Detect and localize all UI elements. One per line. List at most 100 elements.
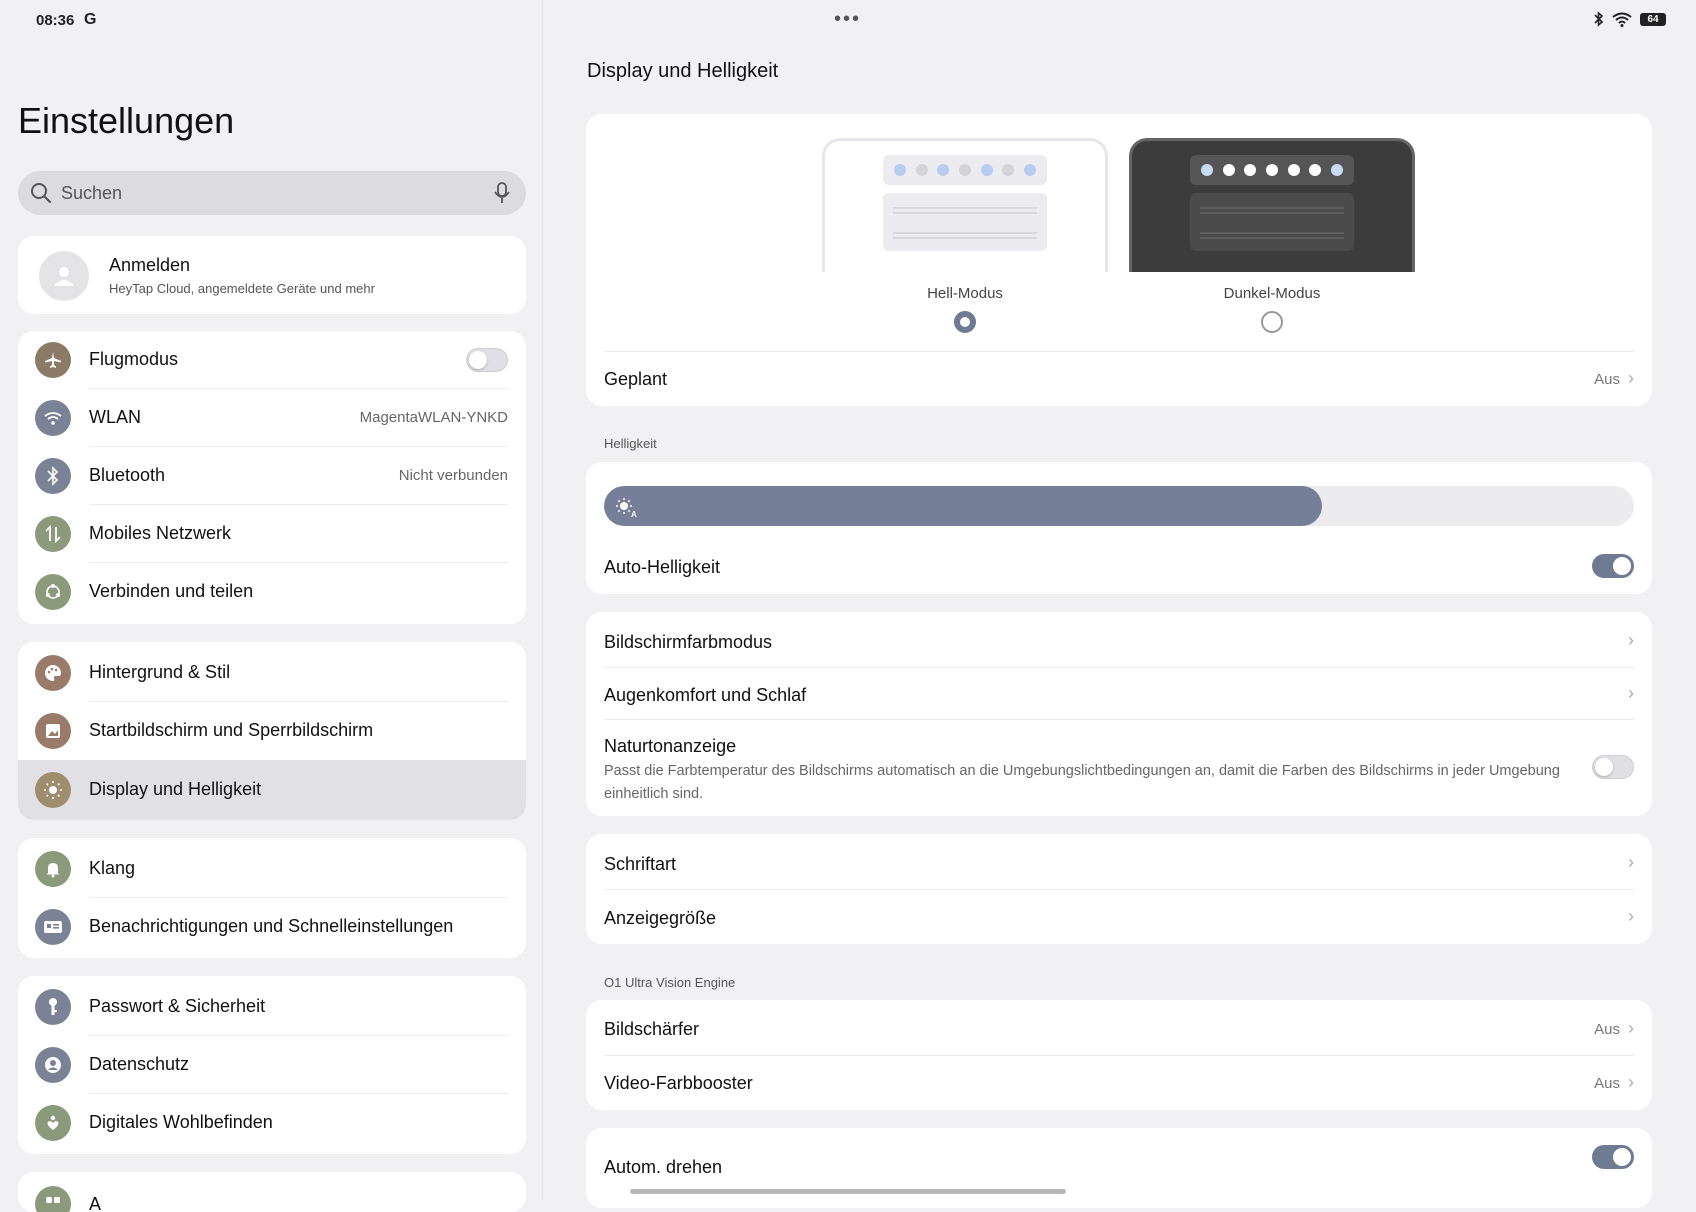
light-mode-preview[interactable] (822, 138, 1108, 272)
auto-rotate-toggle[interactable] (1592, 1145, 1634, 1169)
sidebar-item-label: Startbildschirm und Sperrbildschirm (89, 720, 374, 740)
brightness-section-label: Helligkeit (604, 436, 657, 451)
bluetooth-status-icon (1594, 11, 1604, 27)
sidebar-item-benachrichtigungen[interactable]: Benachrichtigungen und Schnelleinstellun… (18, 898, 526, 956)
sidebar-item-startbildschirm[interactable]: Startbildschirm und Sperrbildschirm (18, 702, 526, 760)
notification-icon (35, 909, 71, 945)
sidebar-item-partial[interactable]: A (18, 1172, 526, 1212)
sidebar-item-label: Hintergrund & Stil (89, 662, 231, 682)
video-booster-row[interactable]: Video-Farbbooster Aus › (586, 1056, 1652, 1110)
sidebar-item-label: WLAN (89, 407, 142, 427)
sidebar-item-label: Benachrichtigungen und Schnelleinstellun… (89, 916, 454, 936)
homescreen-icon (35, 713, 71, 749)
font-row[interactable]: Schriftart › (586, 834, 1652, 890)
wifi-status-icon (1612, 12, 1632, 27)
chevron-right-icon: › (1628, 852, 1634, 872)
sidebar-item-hintergrund[interactable]: Hintergrund & Stil (18, 644, 526, 702)
sidebar-item-verbinden[interactable]: Verbinden und teilen (18, 563, 526, 621)
privacy-icon (35, 1047, 71, 1083)
sidebar-item-label: Mobiles Netzwerk (89, 523, 232, 543)
sharpener-label: Bildschärfer (604, 1019, 700, 1039)
user-icon (54, 267, 74, 286)
light-mode-radio[interactable] (954, 311, 976, 333)
sidebar-item-label: Passwort & Sicherheit (89, 996, 266, 1016)
scheduled-value: Aus (1594, 371, 1620, 388)
display-size-row[interactable]: Anzeigegröße › (586, 890, 1652, 944)
natural-tone-label: Naturtonanzeige (604, 736, 737, 756)
airplane-icon (35, 342, 71, 378)
eye-comfort-label: Augenkomfort und Schlaf (604, 685, 807, 705)
video-booster-value: Aus (1594, 1075, 1620, 1092)
display-size-label: Anzeigegröße (604, 908, 717, 928)
sidebar-item-klang[interactable]: Klang (18, 840, 526, 898)
avatar (39, 251, 89, 301)
connectivity-group: Flugmodus WLAN MagentaWLAN-YNKD Bluetoot… (18, 331, 526, 624)
sidebar-item-passwort[interactable]: Passwort & Sicherheit (18, 978, 526, 1036)
auto-brightness-toggle[interactable] (1592, 554, 1634, 578)
natural-tone-row: Naturtonanzeige Passt die Farbtemperatur… (586, 720, 1652, 816)
account-name: Anmelden (109, 255, 191, 275)
natural-tone-toggle[interactable] (1592, 755, 1634, 779)
page-title: Einstellungen (18, 100, 235, 141)
eye-comfort-row[interactable]: Augenkomfort und Schlaf › (586, 668, 1652, 720)
security-group: Passwort & Sicherheit Datenschutz Digita… (18, 976, 526, 1154)
search-icon (31, 183, 52, 204)
color-card: Bildschirmfarbmodus › Augenkomfort und S… (586, 612, 1652, 816)
auto-brightness-sun-icon: A (616, 498, 637, 518)
wellbeing-icon (35, 1105, 71, 1141)
sharpener-row[interactable]: Bildschärfer Aus › (586, 1000, 1652, 1056)
brightness-slider[interactable]: A (604, 486, 1634, 526)
chevron-right-icon: › (1628, 1018, 1634, 1038)
sidebar-item-label: Flugmodus (89, 349, 179, 369)
sidebar-item-bluetooth[interactable]: Bluetooth Nicht verbunden (18, 447, 526, 505)
sidebar-item-wlan[interactable]: WLAN MagentaWLAN-YNKD (18, 389, 526, 447)
auto-rotate-label: Autom. drehen (604, 1157, 723, 1177)
detail-title: Display und Helligkeit (587, 60, 779, 82)
share-icon (35, 574, 71, 610)
chevron-right-icon: › (1628, 630, 1634, 650)
sidebar-item-wohlbefinden[interactable]: Digitales Wohlbefinden (18, 1094, 526, 1152)
mobile-data-icon (35, 516, 71, 552)
account-card[interactable]: Anmelden HeyTap Cloud, angemeldete Gerät… (18, 236, 526, 314)
brightness-slider-fill (604, 486, 1322, 526)
natural-tone-description: Passt die Farbtemperatur des Bildschirms… (604, 763, 1560, 802)
apps-icon (35, 1186, 71, 1212)
sidebar-item-label: Klang (89, 858, 136, 878)
rotate-card: Autom. drehen (586, 1128, 1652, 1208)
vision-engine-card: Bildschärfer Aus › Video-Farbbooster Aus… (586, 1000, 1652, 1110)
sidebar-item-label: Display und Helligkeit (89, 779, 262, 799)
battery-icon: 64 (1640, 12, 1666, 26)
chevron-right-icon: › (1628, 906, 1634, 926)
vision-engine-section-label: O1 Ultra Vision Engine (604, 975, 736, 990)
sidebar-item-display[interactable]: Display und Helligkeit (18, 760, 526, 820)
dark-mode-radio[interactable] (1261, 311, 1283, 333)
dark-mode-label: Dunkel-Modus (1223, 285, 1321, 302)
wifi-network-name: MagentaWLAN-YNKD (359, 409, 508, 426)
dark-mode-preview[interactable] (1129, 138, 1415, 272)
svg-text:A: A (631, 510, 637, 518)
account-subtitle: HeyTap Cloud, angemeldete Geräte und meh… (109, 281, 375, 296)
auto-brightness-row: Auto-Helligkeit (586, 540, 1652, 594)
light-mode-label: Hell-Modus (927, 285, 1003, 302)
search-bar[interactable]: Suchen (18, 171, 526, 215)
sidebar-item-label: Bluetooth (89, 465, 166, 485)
sidebar-item-datenschutz[interactable]: Datenschutz (18, 1036, 526, 1094)
chevron-right-icon: › (1628, 1072, 1634, 1092)
font-card: Schriftart › Anzeigegröße › (586, 834, 1652, 944)
more-dots-icon[interactable]: ••• (834, 8, 861, 31)
sidebar-item-mobiles-netzwerk[interactable]: Mobiles Netzwerk (18, 505, 526, 563)
sharpener-value: Aus (1594, 1021, 1620, 1038)
sidebar-item-label: Verbinden und teilen (89, 581, 254, 601)
home-indicator[interactable] (630, 1189, 1066, 1194)
bell-icon (35, 851, 71, 887)
sidebar-item-label: Datenschutz (89, 1054, 190, 1074)
sidebar-item-flugmodus[interactable]: Flugmodus (18, 331, 526, 389)
sun-icon (35, 772, 71, 808)
search-input[interactable]: Suchen (61, 183, 122, 204)
airplane-mode-toggle[interactable] (466, 348, 508, 372)
color-mode-row[interactable]: Bildschirmfarbmodus › (586, 612, 1652, 668)
color-mode-label: Bildschirmfarbmodus (604, 632, 773, 652)
key-icon (35, 989, 71, 1025)
scheduled-row[interactable]: Geplant Aus › (586, 352, 1652, 406)
microphone-icon[interactable] (494, 182, 510, 204)
